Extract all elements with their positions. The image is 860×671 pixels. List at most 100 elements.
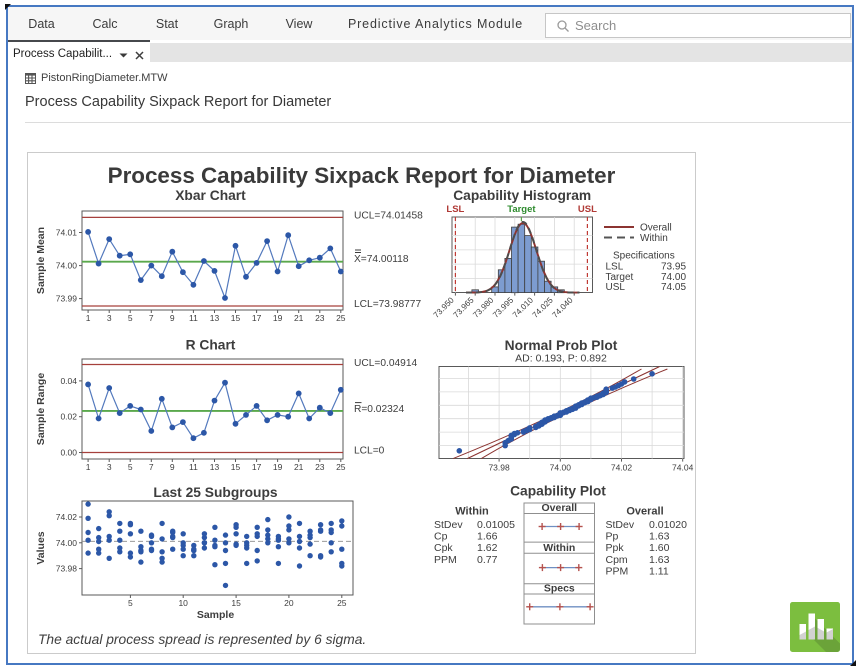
- svg-text:X=74.00118: X=74.00118: [354, 254, 409, 265]
- svg-text:1.63: 1.63: [649, 531, 670, 543]
- svg-text:UCL=0.04914: UCL=0.04914: [354, 358, 417, 369]
- svg-text:0.77: 0.77: [477, 554, 498, 566]
- svg-text:Cpm: Cpm: [606, 554, 628, 566]
- svg-text:20: 20: [284, 598, 294, 608]
- svg-text:73.99: 73.99: [56, 294, 78, 304]
- svg-text:Overall: Overall: [541, 502, 577, 514]
- svg-text:73.965: 73.965: [452, 295, 476, 319]
- svg-text:5: 5: [128, 462, 133, 472]
- svg-text:74.025: 74.025: [531, 295, 555, 319]
- svg-text:R=0.02324: R=0.02324: [354, 404, 404, 415]
- svg-text:7: 7: [149, 313, 154, 323]
- svg-text:11: 11: [189, 462, 198, 472]
- svg-text:21: 21: [294, 313, 304, 323]
- svg-text:Overall: Overall: [640, 223, 672, 234]
- svg-text:Target: Target: [507, 204, 536, 215]
- svg-text:0.01020: 0.01020: [649, 519, 687, 531]
- svg-text:Within: Within: [640, 233, 668, 244]
- svg-text:19: 19: [273, 313, 283, 323]
- svg-text:0.04: 0.04: [60, 376, 77, 386]
- svg-text:Within: Within: [543, 542, 575, 554]
- svg-text:9: 9: [170, 313, 175, 323]
- svg-text:25: 25: [336, 462, 346, 472]
- svg-text:Sample Mean: Sample Mean: [35, 227, 47, 294]
- svg-text:73.980: 73.980: [471, 295, 495, 319]
- svg-text:74.00: 74.00: [550, 463, 572, 473]
- svg-text:LSL: LSL: [446, 204, 464, 215]
- svg-text:21: 21: [294, 462, 304, 472]
- svg-text:25: 25: [336, 313, 346, 323]
- svg-text:15: 15: [231, 313, 241, 323]
- svg-text:Sample: Sample: [197, 609, 235, 621]
- svg-text:23: 23: [315, 313, 325, 323]
- svg-text:USL: USL: [578, 204, 597, 215]
- svg-text:StDev: StDev: [606, 519, 635, 531]
- svg-text:Sample Range: Sample Range: [35, 373, 47, 446]
- svg-text:13: 13: [210, 462, 220, 472]
- svg-text:Normal Prob Plot: Normal Prob Plot: [505, 338, 618, 353]
- svg-text:15: 15: [231, 598, 241, 608]
- svg-text:74.05: 74.05: [661, 282, 686, 293]
- svg-text:Process Capability Sixpack Rep: Process Capability Sixpack Report for Di…: [108, 163, 616, 188]
- svg-text:5: 5: [128, 598, 133, 608]
- svg-text:23: 23: [315, 462, 325, 472]
- svg-text:73.950: 73.950: [432, 295, 456, 319]
- svg-text:Ppk: Ppk: [606, 542, 625, 554]
- svg-text:Last 25 Subgroups: Last 25 Subgroups: [153, 485, 278, 500]
- svg-text:19: 19: [273, 462, 283, 472]
- svg-text:PPM: PPM: [434, 554, 457, 566]
- svg-text:74.02: 74.02: [56, 512, 78, 522]
- svg-text:17: 17: [252, 462, 262, 472]
- svg-text:74.00: 74.00: [56, 261, 78, 271]
- svg-text:Capability Histogram: Capability Histogram: [453, 188, 591, 203]
- svg-text:Capability Plot: Capability Plot: [510, 484, 606, 499]
- svg-text:13: 13: [210, 313, 220, 323]
- svg-text:11: 11: [189, 313, 198, 323]
- svg-text:PPM: PPM: [606, 565, 629, 577]
- svg-text:Pp: Pp: [606, 531, 619, 543]
- svg-text:17: 17: [252, 313, 262, 323]
- svg-text:74.01: 74.01: [56, 228, 78, 238]
- svg-text:0.00: 0.00: [60, 448, 77, 458]
- svg-text:LCL=0: LCL=0: [354, 446, 385, 457]
- svg-text:1.63: 1.63: [649, 554, 670, 566]
- svg-text:StDev: StDev: [434, 519, 463, 531]
- svg-text:10: 10: [178, 598, 188, 608]
- svg-text:25: 25: [337, 598, 347, 608]
- svg-text:UCL=74.01458: UCL=74.01458: [354, 210, 423, 221]
- svg-text:73.98: 73.98: [56, 564, 78, 574]
- svg-text:3: 3: [107, 462, 112, 472]
- svg-text:Xbar Chart: Xbar Chart: [175, 188, 246, 203]
- svg-text:3: 3: [107, 313, 112, 323]
- svg-text:Overall: Overall: [626, 506, 663, 518]
- svg-text:AD: 0.193, P: 0.892: AD: 0.193, P: 0.892: [515, 353, 607, 365]
- svg-text:0.01005: 0.01005: [477, 519, 515, 531]
- svg-text:74.00: 74.00: [56, 538, 78, 548]
- svg-text:15: 15: [231, 462, 241, 472]
- svg-text:LCL=73.98777: LCL=73.98777: [354, 299, 421, 310]
- svg-text:1.62: 1.62: [477, 542, 498, 554]
- svg-text:Specifications: Specifications: [613, 251, 675, 262]
- svg-text:73.98: 73.98: [488, 463, 510, 473]
- svg-text:5: 5: [128, 313, 133, 323]
- svg-text:Cpk: Cpk: [434, 542, 453, 554]
- svg-text:USL: USL: [606, 282, 626, 293]
- svg-text:Within: Within: [455, 506, 489, 518]
- svg-text:7: 7: [149, 462, 154, 472]
- svg-text:Cp: Cp: [434, 531, 448, 543]
- svg-text:Values: Values: [35, 531, 47, 564]
- svg-text:74.04: 74.04: [672, 463, 694, 473]
- svg-text:1.66: 1.66: [477, 531, 498, 543]
- svg-text:1: 1: [86, 313, 91, 323]
- svg-text:74.010: 74.010: [511, 295, 535, 319]
- svg-text:R Chart: R Chart: [186, 338, 236, 353]
- svg-text:Specs: Specs: [544, 583, 575, 595]
- svg-text:73.995: 73.995: [491, 295, 515, 319]
- svg-text:0.02: 0.02: [60, 412, 77, 422]
- svg-text:74.040: 74.040: [551, 295, 575, 319]
- svg-text:The actual process spread is r: The actual process spread is represented…: [38, 632, 366, 647]
- svg-text:1.60: 1.60: [649, 542, 670, 554]
- svg-text:74.02: 74.02: [611, 463, 633, 473]
- svg-text:9: 9: [170, 462, 175, 472]
- svg-text:1.11: 1.11: [649, 565, 669, 577]
